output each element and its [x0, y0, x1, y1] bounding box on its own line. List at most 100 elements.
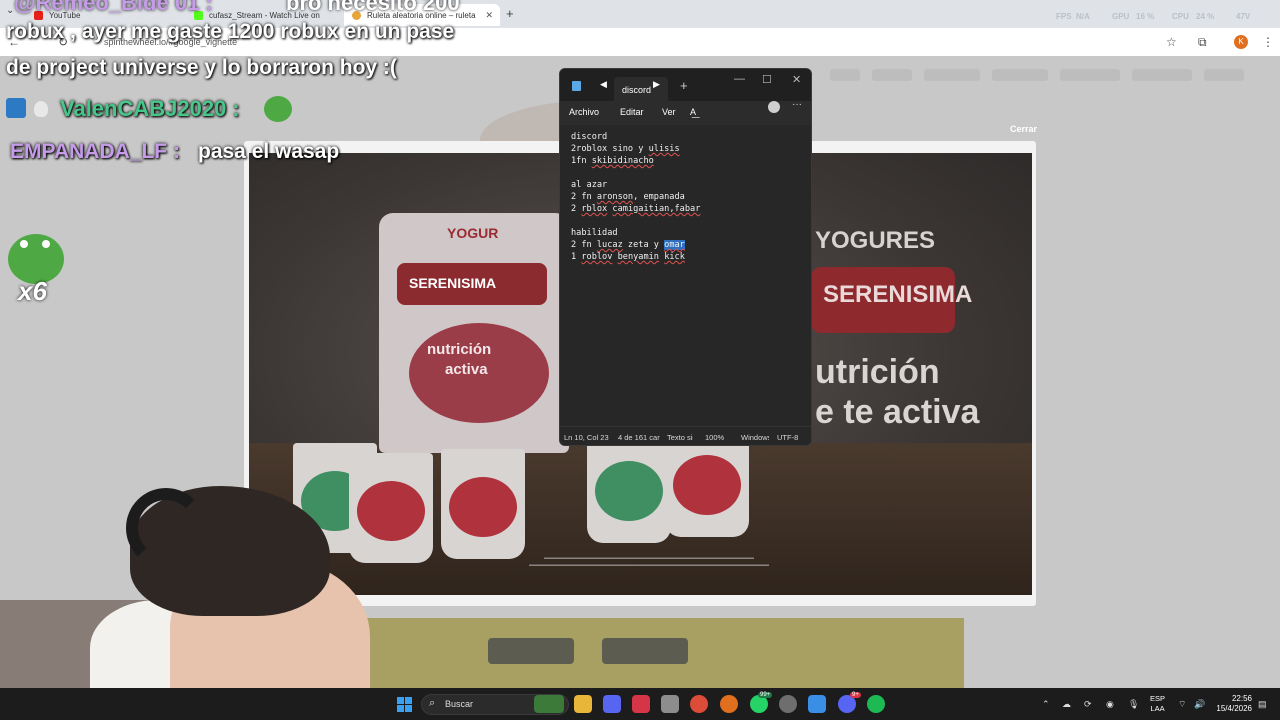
wifi-icon[interactable]: ⌔ [1178, 699, 1186, 710]
tray-app-icon[interactable]: ⟳ [1084, 699, 1092, 710]
file-explorer-icon[interactable] [574, 695, 592, 713]
menu-ver[interactable]: Ver [662, 107, 676, 117]
fps-label: FPS [1056, 12, 1072, 21]
chat-user-top: @Remeo_Blde 01 : [14, 0, 213, 15]
notepad-statusbar: Ln 10, Col 23 4 de 161 caracteres Texto … [560, 426, 811, 445]
tab-scroll-left-icon[interactable]: ◀ [600, 79, 607, 90]
lang-code: ESP [1150, 694, 1166, 703]
cup-label [595, 461, 663, 521]
extensions-icon[interactable]: ⧉ [1198, 35, 1207, 50]
cup-label [357, 481, 425, 541]
clock-date: 15/4/2026 [1216, 704, 1252, 713]
headset-icon [126, 488, 206, 568]
notepad-taskbar-icon[interactable] [808, 695, 826, 713]
close-window-icon[interactable]: ✕ [792, 73, 801, 86]
toolbar-item[interactable] [992, 69, 1048, 81]
brand-logo-text: SERENISIMA [823, 281, 973, 308]
yogurt-cup [441, 449, 525, 559]
notepad-titlebar[interactable]: ◀ discord ▶ + — ☐ ✕ [560, 69, 811, 101]
cup-label [673, 455, 741, 515]
maximize-icon[interactable]: ☐ [762, 73, 772, 86]
microphone-icon[interactable]: 🎙 [1128, 699, 1139, 710]
chat-username-2: EMPANADA_LF : [10, 140, 180, 163]
tray-overflow-icon[interactable]: ⌃ [1042, 699, 1050, 710]
text-line [571, 167, 802, 179]
cursor-position: Ln 10, Col 23 [564, 433, 609, 442]
notifications-icon[interactable]: ▤ [1258, 699, 1267, 710]
account-icon[interactable] [768, 101, 780, 113]
ad-disclaimer: ▬▬▬▬▬▬▬▬▬▬▬▬▬▬▬▬▬▬▬▬▬▬▬▬▬▬▬▬▬▬▬▬▬▬▬▬▬▬▬▬… [529, 555, 769, 568]
close-ad-button[interactable]: Cerrar [1010, 124, 1037, 134]
search-placeholder: Buscar [445, 699, 474, 709]
start-button-icon[interactable] [397, 697, 412, 712]
search-icon: ⌕ [429, 697, 436, 709]
app-icon-purple[interactable] [603, 695, 621, 713]
text-line: 2 rblox camigaitian,fabar [571, 204, 701, 214]
frog-emote-icon [264, 96, 292, 122]
chat-line-1: robux , ayer me gaste 1200 robux en un p… [6, 20, 455, 43]
text-line: 2roblox sino y ulisis [571, 144, 680, 154]
menu-dots-icon[interactable]: ⋮ [1262, 35, 1274, 49]
encoding: UTF-8 [777, 433, 799, 442]
input-language[interactable]: ESP LAA [1150, 694, 1165, 714]
text-line: habilidad [571, 228, 618, 238]
toolbar-item[interactable] [1060, 69, 1120, 81]
bag-text-nutricion: nutrición [427, 341, 492, 358]
tab-scroll-right-icon[interactable]: ▶ [653, 79, 660, 90]
menu-archivo[interactable]: Archivo [569, 107, 599, 117]
chrome-profile-icon[interactable] [720, 695, 738, 713]
text-format: Texto sin formato [667, 433, 693, 442]
perf-extra: 47V [1236, 12, 1251, 21]
frog-eye [42, 240, 50, 248]
more-options-icon[interactable]: ··· [792, 99, 802, 110]
taskbar-clock[interactable]: 22:56 15/4/2026 [1212, 694, 1252, 714]
chat-line-2: de project universe y lo borraron hoy :( [6, 56, 397, 79]
whatsapp-badge: 99+ [758, 692, 773, 698]
toolbar-item[interactable] [1132, 69, 1192, 81]
ad-headline: YOGURES [815, 227, 936, 254]
close-tab-icon[interactable]: ✕ [486, 10, 494, 21]
discord-badge: 9+ [850, 692, 861, 698]
minimize-icon[interactable]: — [734, 73, 745, 85]
yogurt-cup [349, 453, 433, 563]
spotify-icon[interactable] [867, 695, 885, 713]
onedrive-icon[interactable]: ☁ [1062, 699, 1071, 710]
profile-avatar[interactable]: K [1234, 35, 1248, 49]
cpu-value: 24 % [1196, 12, 1215, 21]
new-tab-button[interactable]: + [506, 6, 514, 21]
store-icon[interactable] [661, 695, 679, 713]
clock-time: 22:56 [1231, 694, 1252, 703]
notepad-window[interactable]: ◀ discord ▶ + — ☐ ✕ Archivo Editar Ver A… [559, 68, 812, 446]
bookmark-star-icon[interactable]: ☆ [1166, 35, 1177, 49]
search-highlight-icon[interactable] [534, 695, 564, 713]
chrome-icon[interactable] [690, 695, 708, 713]
text-line: 1fn skibidinacho [571, 156, 654, 166]
toolbar-item[interactable] [830, 69, 860, 81]
gpu-label: GPU [1112, 12, 1130, 21]
mouse-badge-icon [34, 101, 48, 117]
network-tray-icon[interactable]: ◉ [1106, 699, 1114, 710]
menu-editar[interactable]: Editar [620, 107, 644, 117]
text-line: 2 fn lucaz zeta y omar [571, 240, 685, 250]
app-store-button[interactable] [602, 638, 688, 664]
toolbar-item[interactable] [924, 69, 980, 81]
ad-tagline-1: utrición [815, 353, 940, 391]
chat-username-1: ValenCABJ2020 : [60, 96, 240, 121]
app-icon-red[interactable] [632, 695, 650, 713]
frog-eye [20, 240, 28, 248]
text-format-icon[interactable]: A͟ [690, 107, 696, 117]
app-icon-gray[interactable] [779, 695, 797, 713]
bag-text-activa: activa [445, 361, 488, 378]
notepad-new-tab-icon[interactable]: + [680, 78, 688, 93]
google-play-button[interactable] [488, 638, 574, 664]
text-line: al azar [571, 180, 608, 190]
toolbar-item[interactable] [1204, 69, 1244, 81]
fps-value: N/A [1076, 12, 1090, 21]
volume-icon[interactable]: 🔊 [1194, 699, 1205, 710]
page-toolbar [820, 62, 1280, 88]
cpu-label: CPU [1172, 12, 1189, 21]
notepad-editor[interactable]: discord 2roblox sino y ulisis 1fn skibid… [560, 125, 811, 422]
notepad-app-icon [572, 81, 581, 91]
text-line: discord [571, 132, 608, 142]
toolbar-item[interactable] [872, 69, 912, 81]
